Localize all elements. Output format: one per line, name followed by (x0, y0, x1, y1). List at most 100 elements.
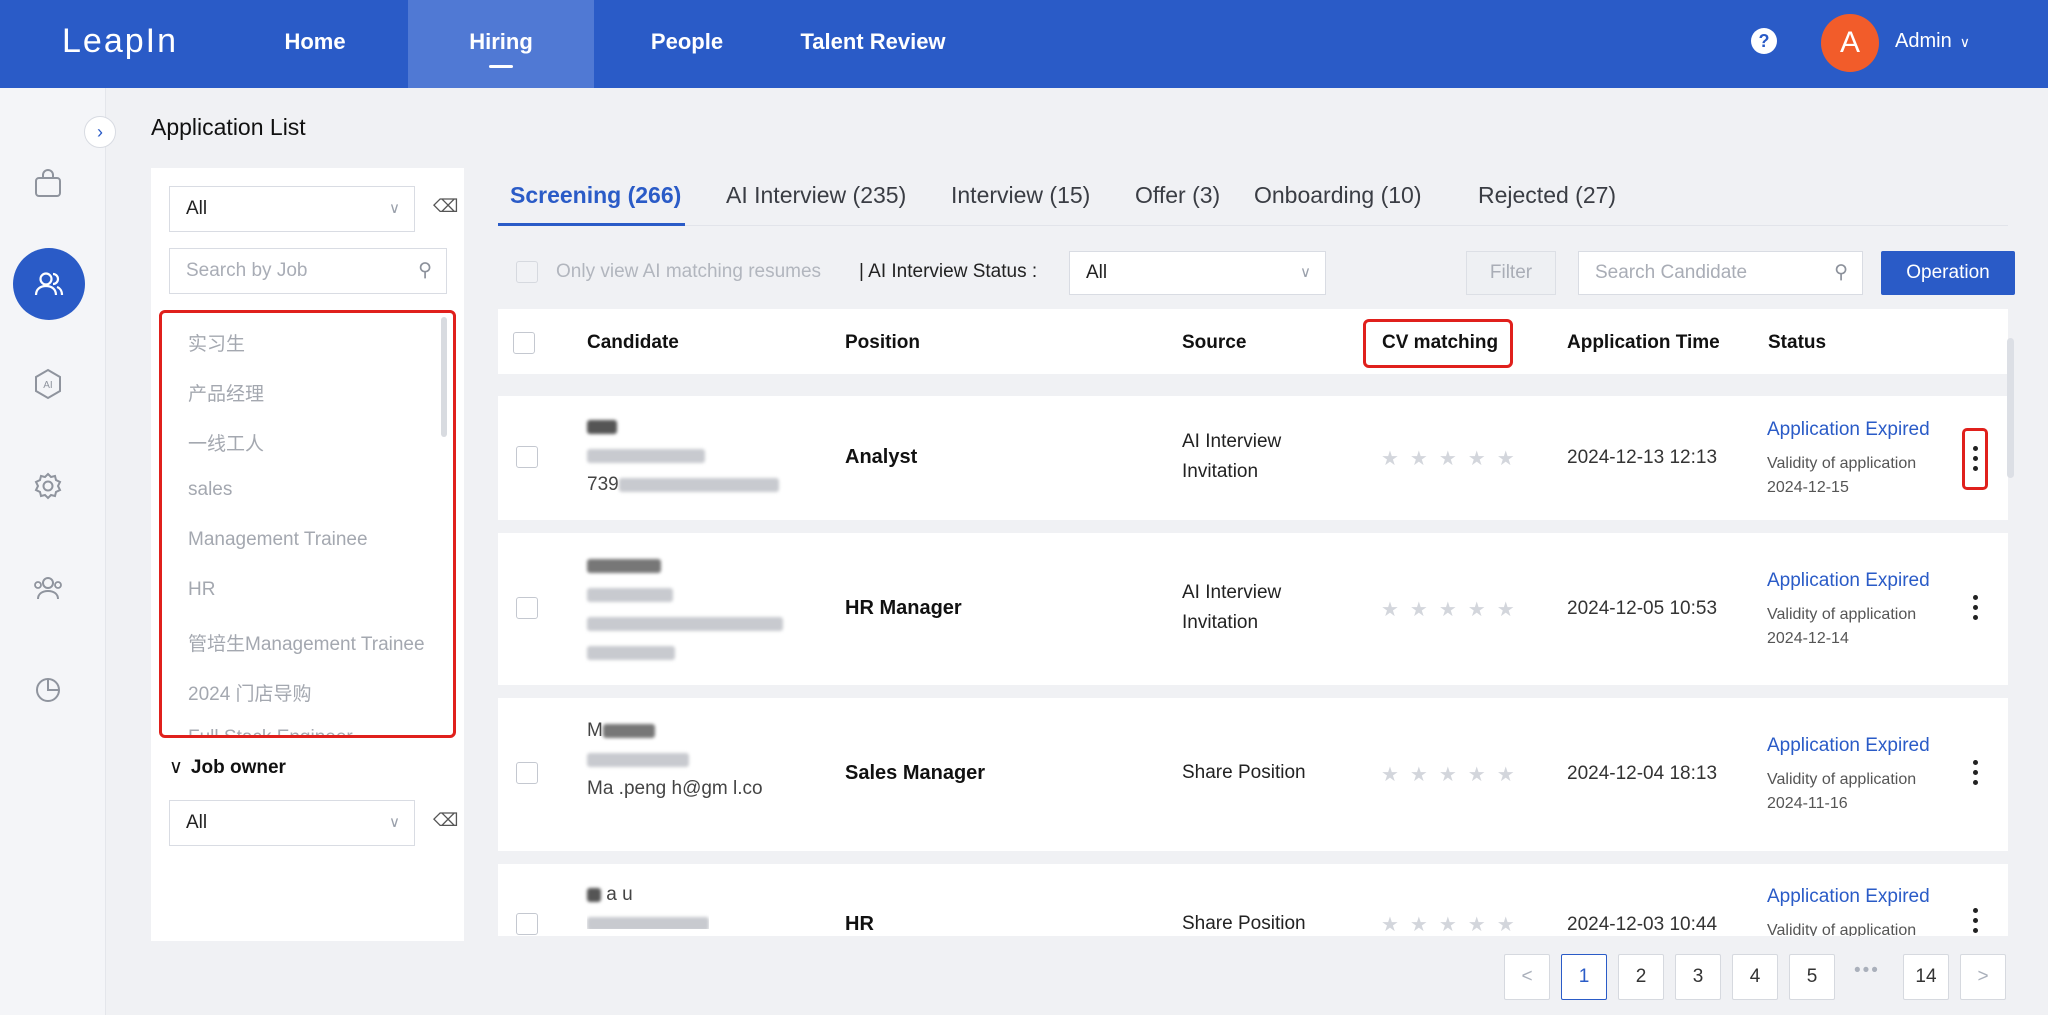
tab-screening[interactable]: Screening (266) (510, 182, 681, 209)
expand-sidebar-chevron-icon[interactable]: › (84, 116, 116, 148)
validity-date: 2024-11-16 (1767, 795, 1848, 812)
page-3-button[interactable]: 3 (1675, 954, 1721, 1000)
search-icon[interactable]: ⚲ (418, 249, 432, 293)
nav-people[interactable]: People (627, 0, 747, 88)
more-actions-icon[interactable] (1963, 585, 1987, 629)
job-owner-toggle[interactable]: ∨ Job owner (169, 756, 286, 779)
job-item[interactable]: HR (188, 579, 215, 601)
tab-rejected[interactable]: Rejected (27) (1478, 182, 1616, 209)
header-application-time[interactable]: Application Time (1567, 332, 1720, 354)
row-checkbox[interactable] (516, 597, 538, 619)
svg-text:AI: AI (43, 380, 52, 391)
candidate-email-partial: Ma .peng h@gm l.co (587, 778, 763, 799)
pagination-ellipsis[interactable]: ••• (1854, 960, 1880, 982)
job-item[interactable]: 实习生 (188, 329, 245, 356)
job-item[interactable]: 一线工人 (188, 429, 264, 456)
tab-interview[interactable]: Interview (15) (951, 182, 1090, 209)
page-4-button[interactable]: 4 (1732, 954, 1778, 1000)
nav-home[interactable]: Home (255, 0, 375, 88)
job-item[interactable]: sales (188, 479, 232, 501)
tab-offer[interactable]: Offer (3) (1135, 182, 1220, 209)
department-select-value: All (186, 198, 208, 219)
active-tab-indicator (498, 223, 685, 226)
validity: Validity of application 2024-12-15 (1767, 452, 1916, 500)
team-icon[interactable] (22, 562, 74, 614)
table-scrollbar[interactable] (2007, 338, 2014, 478)
nav-hiring-label: Hiring (469, 29, 533, 54)
job-search-input[interactable]: Search by Job ⚲ (169, 248, 447, 294)
more-actions-icon[interactable] (1963, 750, 1987, 794)
clear-filter-broom-icon[interactable]: ⌫ (433, 810, 458, 831)
status-link[interactable]: Application Expired (1767, 419, 1930, 441)
row-checkbox[interactable] (516, 913, 538, 935)
job-list-scrollbar[interactable] (441, 317, 447, 437)
job-list: 实习生 产品经理 一线工人 sales Management Trainee H… (159, 310, 456, 738)
job-item[interactable]: 2024 门店导购 (188, 679, 312, 706)
application-time: 2024-12-05 10:53 (1567, 598, 1718, 619)
clear-filter-broom-icon[interactable]: ⌫ (433, 196, 458, 217)
cv-matching-highlight (1363, 319, 1513, 368)
cv-matching-stars: ★★★★★ (1381, 914, 1526, 934)
operation-button[interactable]: Operation (1881, 251, 2015, 295)
filter-button[interactable]: Filter (1466, 251, 1556, 295)
page-1-button[interactable]: 1 (1561, 954, 1607, 1000)
validity-date: 2024-12-15 (1767, 479, 1849, 496)
search-icon[interactable]: ⚲ (1834, 252, 1848, 294)
ai-status-select[interactable]: All ∨ (1069, 251, 1326, 295)
ai-matching-checkbox[interactable] (516, 261, 538, 283)
nav-hiring[interactable]: Hiring (408, 0, 594, 88)
status-link[interactable]: Application Expired (1767, 886, 1930, 908)
validity-date: 2024-12-14 (1767, 630, 1849, 647)
help-icon[interactable]: ? (1751, 28, 1777, 54)
avatar[interactable]: A (1821, 14, 1879, 72)
row-checkbox[interactable] (516, 446, 538, 468)
page-14-button[interactable]: 14 (1903, 954, 1949, 1000)
more-actions-icon[interactable] (1963, 904, 1987, 936)
position: HR (845, 913, 874, 935)
source: Share Position (1182, 762, 1306, 783)
settings-gear-icon[interactable] (22, 460, 74, 512)
prev-page-button[interactable]: < (1504, 954, 1550, 1000)
ai-status-label: | AI Interview Status : (859, 261, 1038, 282)
candidate-info[interactable] (587, 551, 783, 667)
candidate-phone-redacted (587, 441, 779, 470)
candidate-phone-redacted (587, 909, 709, 929)
header-candidate[interactable]: Candidate (587, 332, 679, 354)
tab-ai-interview[interactable]: AI Interview (235) (726, 182, 906, 209)
chevron-down-icon: ∨ (1300, 264, 1311, 281)
select-all-checkbox[interactable] (513, 332, 535, 354)
user-menu[interactable]: Admin ∨ (1895, 30, 1970, 53)
app-logo[interactable]: LeapIn (62, 22, 178, 61)
validity-label: Validity of application (1767, 922, 1917, 936)
job-item[interactable]: 产品经理 (188, 379, 264, 406)
status-link[interactable]: Application Expired (1767, 570, 1930, 592)
reports-pie-icon[interactable] (22, 664, 74, 716)
header-status[interactable]: Status (1768, 332, 1826, 354)
job-item[interactable]: 管培生Management Trainee (188, 629, 425, 656)
candidate-search-input[interactable]: Search Candidate ⚲ (1578, 251, 1863, 295)
position: Analyst (845, 446, 918, 468)
candidate-info[interactable]: 739 (587, 412, 779, 499)
job-item[interactable]: Full Stack Engineer (188, 727, 353, 735)
tab-onboarding[interactable]: Onboarding (10) (1254, 182, 1422, 209)
page-5-button[interactable]: 5 (1789, 954, 1835, 1000)
candidates-icon[interactable] (13, 248, 85, 320)
source: Share Position (1182, 913, 1306, 934)
header-position[interactable]: Position (845, 332, 920, 354)
next-page-button[interactable]: > (1960, 954, 2006, 1000)
candidate-info[interactable]: a u (587, 880, 709, 929)
job-owner-select[interactable]: All ∨ (169, 800, 415, 846)
top-navigation-bar: LeapIn Home Hiring People Talent Review … (0, 0, 2048, 88)
ai-icon[interactable]: AI (22, 358, 74, 410)
job-item[interactable]: Management Trainee (188, 529, 368, 551)
candidate-info[interactable]: M Ma .peng h@gm l.co (587, 716, 763, 803)
status-link[interactable]: Application Expired (1767, 735, 1930, 757)
department-select[interactable]: All ∨ (169, 186, 415, 232)
jobs-bag-icon[interactable] (22, 158, 74, 210)
row-checkbox[interactable] (516, 762, 538, 784)
cv-matching-stars: ★★★★★ (1381, 448, 1526, 470)
page-2-button[interactable]: 2 (1618, 954, 1664, 1000)
application-time: 2024-12-03 10:44 (1567, 914, 1718, 935)
header-source[interactable]: Source (1182, 332, 1246, 354)
nav-talent-review[interactable]: Talent Review (783, 0, 963, 88)
